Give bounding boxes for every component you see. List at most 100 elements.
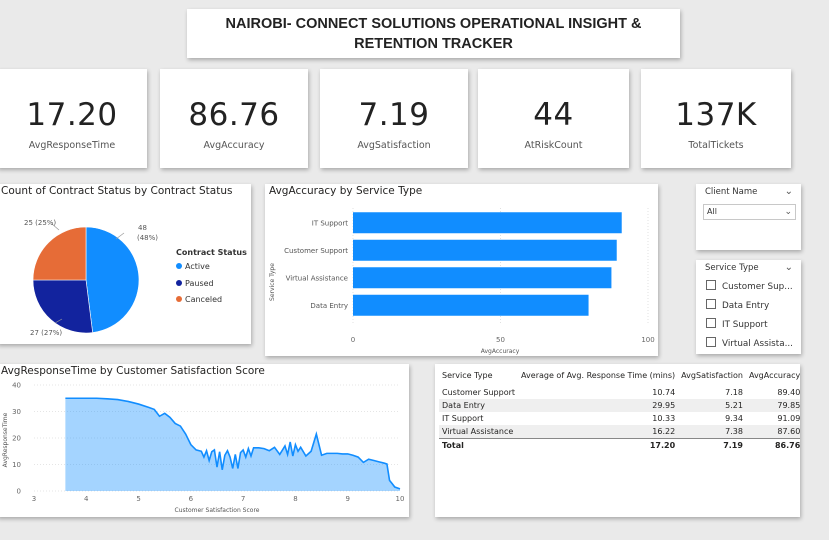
area-y-tick-label: 40: [12, 382, 21, 390]
area-x-tick-label: 4: [84, 495, 89, 503]
bar-category-label: Customer Support: [284, 247, 348, 255]
area-y-tick-label: 30: [12, 408, 21, 416]
pie-slice-paused[interactable]: [32, 279, 93, 334]
service-option-customer-support[interactable]: Customer Sup...: [706, 280, 793, 292]
table-cell: 7.19: [678, 438, 746, 452]
table-cell: 7.38: [678, 425, 746, 439]
checkbox[interactable]: [706, 318, 716, 328]
chevron-down-icon[interactable]: ⌄: [785, 186, 793, 197]
kpi-value: 44: [533, 97, 574, 133]
kpi-label: TotalTickets: [688, 140, 744, 151]
column-header[interactable]: AvgSatisfaction: [678, 369, 746, 382]
pie-slice-active[interactable]: [85, 226, 140, 333]
table-cell: Virtual Assistance: [439, 425, 519, 439]
table-cell: 9.34: [725, 414, 743, 423]
area-x-tick-label: 7: [241, 495, 245, 503]
bar-customer-support[interactable]: [353, 239, 617, 261]
bar-chart: 0 50 100 IT Support Customer Support Virtual…: [269, 208, 655, 355]
pie-data-label-active-pct: (48%): [137, 234, 158, 242]
chevron-down-icon[interactable]: ⌄: [785, 262, 793, 273]
area-y-tick-label: 0: [17, 488, 21, 496]
response-time-area-card[interactable]: AvgResponseTime by Customer Satisfaction…: [0, 364, 409, 517]
dropdown-value: All: [707, 207, 717, 216]
bar-x-axis-label: AvgAccuracy: [481, 348, 520, 355]
table-cell: 91.09: [777, 414, 800, 423]
pie-data-label-paused: 27 (27%): [30, 329, 62, 337]
table-row[interactable]: Virtual Assistance 16.22 7.38 87.60: [439, 425, 800, 439]
kpi-label: AvgAccuracy: [203, 140, 265, 151]
table-cell: 87.60: [745, 425, 800, 439]
area-x-tick-label: 5: [136, 495, 140, 503]
table-total-row: Total 17.20 7.19 86.76: [439, 438, 800, 452]
column-header[interactable]: Service Type: [439, 369, 518, 382]
area-x-tick-label: 6: [189, 495, 194, 503]
pie-data-label-active: 48: [138, 224, 147, 232]
slicer-title: Client Name: [705, 187, 758, 197]
service-type-slicer[interactable]: Service Type ⌄ Customer Sup... Data Entr…: [696, 260, 801, 354]
pie-slice-canceled[interactable]: [32, 226, 87, 281]
kpi-value: 17.20: [26, 97, 118, 133]
bar-category-label: IT Support: [312, 219, 348, 227]
table-cell: 10.33: [652, 414, 676, 423]
service-summary-table-card[interactable]: Service Type Average of Avg. Response Ti…: [435, 364, 800, 517]
kpi-card-avg-accuracy[interactable]: 86.76 AvgAccuracy: [160, 69, 308, 168]
kpi-card-avg-satisfaction[interactable]: 7.19 AvgSatisfaction: [320, 69, 468, 168]
pie-legend-title: Contract Status: [176, 248, 247, 257]
kpi-label: AvgResponseTime: [28, 140, 116, 151]
bar-y-axis-label: Service Type: [269, 263, 276, 301]
legend-marker-paused: [176, 280, 182, 286]
area-x-tick-label: 3: [32, 495, 36, 503]
table-cell: Total: [439, 438, 519, 452]
kpi-card-total-tickets[interactable]: 137K TotalTickets: [641, 69, 791, 168]
option-label: Virtual Assista...: [722, 339, 793, 349]
table-cell: 79.85: [745, 399, 800, 412]
legend-label-active: Active: [185, 262, 210, 271]
kpi-card-at-risk-count[interactable]: 44 AtRiskCount: [478, 69, 629, 168]
bar-virtual-assistance[interactable]: [353, 267, 612, 289]
area-chart: 0 10 20 30 40 3 4 5 6 7 8 9 10 AvgResponseTime Custo…: [2, 382, 404, 515]
table-cell: 17.20: [518, 438, 679, 452]
table-cell: 86.76: [745, 438, 800, 452]
table-row[interactable]: IT Support 10.33 9.34 91.09: [439, 412, 800, 425]
area-series-fill: [65, 398, 401, 491]
chevron-down-icon: ⌄: [784, 207, 792, 217]
area-x-tick-label: 9: [345, 495, 349, 503]
table-cell: 29.95: [518, 399, 679, 412]
bar-x-tick-label: 0: [351, 336, 355, 344]
table-cell: IT Support: [442, 414, 484, 423]
area-y-tick-label: 10: [12, 461, 21, 469]
summary-table: Service Type Average of Avg. Response Ti…: [439, 369, 800, 452]
service-option-it-support[interactable]: IT Support: [706, 318, 768, 330]
legend-marker-active: [176, 263, 182, 269]
column-header[interactable]: AvgAccuracy: [746, 369, 800, 382]
checkbox[interactable]: [706, 337, 716, 347]
legend-label-canceled: Canceled: [185, 295, 222, 304]
client-name-dropdown[interactable]: All ⌄: [703, 204, 796, 220]
option-label: Data Entry: [722, 301, 770, 311]
option-label: Customer Sup...: [722, 282, 793, 292]
checkbox[interactable]: [706, 280, 716, 290]
bar-data-entry[interactable]: [353, 294, 589, 316]
contract-status-pie-card[interactable]: Count of Contract Status by Contract Sta…: [0, 184, 251, 344]
kpi-value: 137K: [675, 97, 757, 133]
area-x-tick-label: 8: [293, 495, 297, 503]
service-option-virtual-assistance[interactable]: Virtual Assista...: [706, 337, 793, 349]
avg-accuracy-bar-card[interactable]: AvgAccuracy by Service Type 0 50 100 IT Su…: [265, 184, 658, 356]
bar-it-support[interactable]: [353, 212, 622, 234]
table-cell: 7.18: [725, 388, 743, 397]
bar-category-label: Virtual Assistance: [286, 274, 348, 282]
table-row[interactable]: Data Entry 29.95 5.21 79.85: [439, 399, 800, 412]
table-row[interactable]: Customer Support 10.74 7.18 89.40: [439, 386, 800, 399]
legend-marker-canceled: [176, 296, 182, 302]
legend-label-paused: Paused: [185, 279, 214, 288]
table-cell: Customer Support: [442, 388, 516, 397]
table-cell: Data Entry: [439, 399, 519, 412]
service-option-data-entry[interactable]: Data Entry: [706, 299, 769, 311]
checkbox[interactable]: [706, 299, 716, 309]
column-header[interactable]: Average of Avg. Response Time (mins): [518, 369, 678, 382]
pie-chart: 48 (48%) 25 (25%) 27 (27%) Contract Stat…: [24, 219, 247, 337]
area-y-axis-label: AvgResponseTime: [2, 412, 9, 467]
area-y-tick-label: 20: [12, 435, 21, 443]
kpi-card-avg-response-time[interactable]: 17.20 AvgResponseTime: [0, 69, 147, 168]
client-name-slicer[interactable]: Client Name ⌄ All ⌄: [696, 184, 801, 250]
